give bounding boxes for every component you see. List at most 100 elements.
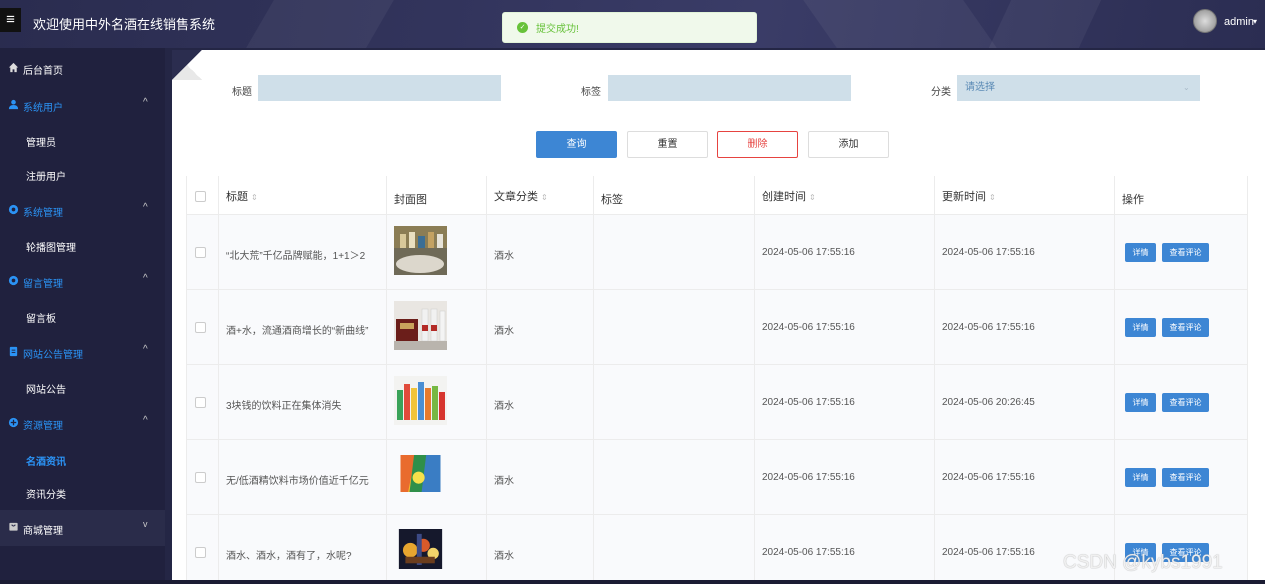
sidebar-item-message-board[interactable]: 留言板	[0, 299, 165, 333]
sidebar: 后台首页 系统用户 ^ 管理员 注册用户 系统管理 ^ 轮播图管理 留言管理 ^…	[0, 48, 165, 584]
sidebar-item-label: 网站公告管理	[23, 350, 83, 361]
view-comments-button[interactable]: 查看评论	[1162, 243, 1209, 262]
sidebar-item-resource-management[interactable]: 资源管理 ^	[0, 406, 165, 440]
row-updated: 2024-05-06 20:26:45	[942, 397, 1035, 408]
row-created: 2024-05-06 17:55:16	[762, 247, 855, 258]
sidebar-item-admins[interactable]: 管理员	[0, 123, 165, 157]
sort-icon[interactable]: ⇕	[541, 193, 548, 202]
row-created: 2024-05-06 17:55:16	[762, 547, 855, 558]
reset-button[interactable]: 重置	[627, 131, 708, 158]
header-decoration	[803, 0, 997, 48]
header-category[interactable]: 文章分类 ⇕	[487, 176, 594, 214]
chevron-up-icon: ^	[143, 415, 148, 426]
header-created-label: 创建时间	[762, 191, 806, 203]
sort-icon[interactable]: ⇕	[809, 193, 816, 202]
avatar[interactable]	[1193, 9, 1217, 33]
sidebar-item-system-management[interactable]: 系统管理 ^	[0, 193, 165, 227]
table-row: 3块钱的饮料正在集体消失 酒水 2024-05-06 17:55:16 2024…	[186, 365, 1248, 440]
user-icon	[8, 99, 19, 110]
category-select[interactable]: 请选择	[957, 75, 1200, 101]
sidebar-item-label: 系统用户	[23, 103, 63, 114]
cover-image[interactable]	[394, 529, 447, 569]
sidebar-item-carousel[interactable]: 轮播图管理	[0, 228, 165, 262]
user-name[interactable]: admin	[1224, 16, 1254, 28]
gear-icon	[8, 275, 19, 286]
tag-filter-input[interactable]	[608, 75, 851, 101]
header-actions: 操作	[1115, 176, 1248, 214]
chevron-down-icon[interactable]: ⌄	[1183, 83, 1190, 92]
row-category: 酒水	[494, 476, 514, 487]
cover-image[interactable]	[394, 376, 447, 425]
select-all-checkbox[interactable]	[195, 191, 206, 202]
sidebar-item-label: 网站公告	[26, 385, 66, 396]
chevron-up-icon: ^	[143, 344, 148, 355]
header-tag: 标签	[594, 176, 755, 214]
search-button[interactable]: 查询	[536, 131, 617, 158]
row-checkbox[interactable]	[195, 322, 206, 333]
title-filter-label: 标题	[232, 87, 252, 98]
detail-button[interactable]: 详情	[1125, 393, 1156, 412]
chevron-up-icon: ^	[143, 97, 148, 108]
chevron-up-icon: ^	[143, 273, 148, 284]
detail-button[interactable]: 详情	[1125, 318, 1156, 337]
sort-icon[interactable]: ⇕	[251, 193, 258, 202]
chevron-down-icon[interactable]: ▾	[1253, 17, 1257, 26]
delete-button[interactable]: 删除	[717, 131, 798, 158]
header-actions-label: 操作	[1122, 194, 1144, 206]
row-checkbox[interactable]	[195, 472, 206, 483]
header-select-cell	[186, 176, 219, 214]
tag-filter-label: 标签	[581, 87, 601, 98]
sidebar-item-system-users[interactable]: 系统用户 ^	[0, 88, 165, 122]
sidebar-item-shop-management[interactable]: 商城管理 v	[0, 510, 165, 546]
header-updated-label: 更新时间	[942, 191, 986, 203]
success-toast: ✓ 提交成功!	[502, 12, 757, 43]
row-created: 2024-05-06 17:55:16	[762, 322, 855, 333]
cover-image[interactable]	[394, 455, 447, 492]
chevron-down-icon: v	[143, 519, 148, 529]
row-updated: 2024-05-06 17:55:16	[942, 472, 1035, 483]
header-created[interactable]: 创建时间 ⇕	[755, 176, 935, 214]
row-title: 无/低酒精饮料市场价值近千亿元	[226, 476, 369, 487]
row-created: 2024-05-06 17:55:16	[762, 397, 855, 408]
row-category: 酒水	[494, 251, 514, 262]
sort-icon[interactable]: ⇕	[989, 193, 996, 202]
row-checkbox[interactable]	[195, 547, 206, 558]
table-header-row: 标题 ⇕ 封面图 文章分类 ⇕ 标签 创建时间 ⇕ 更新时间 ⇕ 操作	[186, 176, 1248, 215]
sidebar-item-label: 注册用户	[26, 172, 66, 183]
sidebar-item-news-categories[interactable]: 资讯分类	[0, 475, 165, 509]
app-title: 欢迎使用中外名酒在线销售系统	[33, 17, 216, 32]
sidebar-item-announcements[interactable]: 网站公告	[0, 370, 165, 404]
view-comments-button[interactable]: 查看评论	[1162, 318, 1209, 337]
sidebar-item-announcement-management[interactable]: 网站公告管理 ^	[0, 335, 165, 369]
add-button[interactable]: 添加	[808, 131, 889, 158]
header-title[interactable]: 标题 ⇕	[219, 176, 387, 214]
cover-image[interactable]	[394, 226, 447, 275]
detail-button[interactable]: 详情	[1125, 468, 1156, 487]
sidebar-item-wine-news[interactable]: 名酒资讯	[0, 442, 165, 476]
view-comments-button[interactable]: 查看评论	[1162, 393, 1209, 412]
title-filter-input[interactable]	[258, 75, 501, 101]
cover-image[interactable]	[394, 301, 447, 350]
hamburger-icon[interactable]: ≡	[0, 8, 21, 32]
watermark: CSDN @kybs1991	[1063, 552, 1223, 573]
table-row: 酒+水，流通酒商增长的“新曲线” 酒水 2024-05-06 17:55:16 …	[186, 290, 1248, 365]
row-checkbox[interactable]	[195, 397, 206, 408]
view-comments-button[interactable]: 查看评论	[1162, 468, 1209, 487]
header-decoration	[246, 0, 394, 48]
sidebar-item-registered-users[interactable]: 注册用户	[0, 157, 165, 191]
sidebar-item-message-management[interactable]: 留言管理 ^	[0, 264, 165, 298]
table-row: “北大荒”千亿品牌赋能，1+1＞2 酒水 2024-05-06 17:55:16…	[186, 215, 1248, 290]
row-checkbox[interactable]	[195, 247, 206, 258]
sidebar-item-dashboard[interactable]: 后台首页	[0, 51, 165, 85]
table-row: 无/低酒精饮料市场价值近千亿元 酒水 2024-05-06 17:55:16 2…	[186, 440, 1248, 515]
document-icon	[9, 346, 18, 357]
sidebar-item-label: 轮播图管理	[26, 243, 76, 254]
row-category: 酒水	[494, 401, 514, 412]
row-title: 3块钱的饮料正在集体消失	[226, 401, 342, 412]
detail-button[interactable]: 详情	[1125, 243, 1156, 262]
header-updated[interactable]: 更新时间 ⇕	[935, 176, 1115, 214]
sidebar-item-label: 资讯分类	[26, 490, 66, 501]
header-tag-label: 标签	[601, 194, 623, 206]
check-circle-icon: ✓	[517, 22, 528, 33]
sidebar-item-label: 商城管理	[23, 526, 63, 537]
